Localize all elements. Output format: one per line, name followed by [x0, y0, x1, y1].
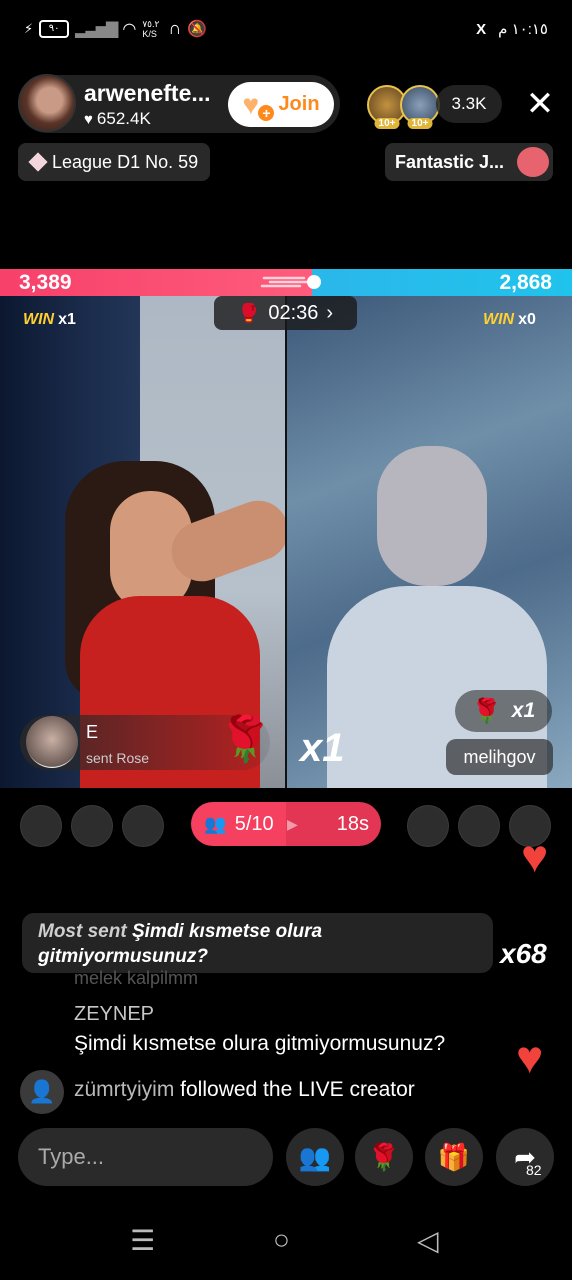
- gift-combo: x1: [300, 726, 345, 770]
- win-label: WIN: [483, 311, 515, 328]
- status-left: ⚡ ٩٠ ▂▃▅▇ ◠ ٧٥.٢ K/S ∩ 🔕: [24, 18, 207, 39]
- status-bar: ⚡ ٩٠ ▂▃▅▇ ◠ ٧٥.٢ K/S ∩ 🔕 X ١٠:١٥ م: [0, 0, 572, 62]
- chat-message: Şimdi kısmetse olura gitmiyormusunuz?: [74, 1032, 446, 1055]
- home-nav-icon[interactable]: ○: [273, 1224, 290, 1256]
- team-countdown: ▶ 18s: [287, 813, 381, 836]
- gloves-icon: 🥊: [237, 302, 261, 323]
- viewer-badge: 10+: [407, 118, 433, 129]
- follow-icon: 👤: [20, 1070, 64, 1114]
- battle-timer[interactable]: 🥊 02:36 ›: [214, 296, 357, 330]
- supporter-avatar[interactable]: [122, 805, 164, 847]
- viewer-badge: 10+: [374, 118, 400, 129]
- share-icon[interactable]: ➦: [496, 1128, 554, 1186]
- supporter-avatar[interactable]: [71, 805, 113, 847]
- supporter-avatar[interactable]: [20, 805, 62, 847]
- rank-tag-label: Fantastic J...: [395, 151, 505, 172]
- win-count: x0: [518, 311, 536, 328]
- floating-heart-icon: ♥: [516, 1031, 544, 1083]
- opponent-rose-count: 🌹 x1: [455, 690, 552, 732]
- team-members: 👥 5/10: [191, 813, 287, 836]
- headphones-icon: ∩: [168, 18, 182, 38]
- diamond-icon: [28, 152, 48, 172]
- team-icon[interactable]: 👥: [286, 1128, 344, 1186]
- pig-icon: [517, 147, 549, 177]
- menu-nav-icon[interactable]: ☰: [130, 1224, 155, 1257]
- status-right: X ١٠:١٥ م: [476, 20, 548, 39]
- x-app-icon: X: [476, 20, 487, 38]
- win-count: x1: [58, 311, 76, 328]
- host-likes-count: 652.4K: [96, 109, 151, 128]
- timer-value: 02:36: [268, 301, 319, 324]
- follow-notice: zümrtyiyim followed the LIVE creator: [74, 1078, 415, 1102]
- rank-tag[interactable]: Fantastic J...: [385, 143, 553, 181]
- mute-icon: 🔕: [187, 20, 208, 38]
- league-label: League D1 No. 59: [52, 151, 199, 172]
- battery-icon: ٩٠: [39, 19, 70, 38]
- gift-icon[interactable]: 🎁: [425, 1128, 483, 1186]
- league-badge[interactable]: League D1 No. 59: [18, 143, 211, 181]
- score-left: 3,389: [19, 271, 72, 294]
- wifi-icon: ◠: [122, 20, 137, 38]
- most-sent-label: Most sent: [38, 921, 127, 942]
- team-button[interactable]: 👥 5/10 ▶ 18s: [191, 802, 381, 846]
- right-win-count: WIN x0: [483, 311, 536, 329]
- opponent-name[interactable]: melihgov: [446, 739, 553, 775]
- join-button[interactable]: ♥ + Join: [228, 82, 334, 127]
- score-spark-icon: [260, 275, 321, 289]
- host-likes: ♥ 652.4K: [84, 109, 151, 129]
- team-members-count: 5/10: [234, 812, 274, 835]
- join-fan-club-icon: ♥ +: [242, 90, 275, 121]
- rose-icon: 🌹: [218, 715, 273, 764]
- viewer-count[interactable]: 3.3K: [436, 85, 502, 123]
- heart-icon: ♥: [84, 110, 93, 128]
- score-right: 2,868: [499, 271, 552, 294]
- lightning-icon: ⚡: [24, 20, 34, 36]
- top-viewer-avatar[interactable]: 10+: [400, 85, 440, 129]
- play-icon: ▶: [287, 815, 298, 832]
- opponent-figure: [377, 446, 487, 586]
- speed-indicator: ٧٥.٢ K/S: [142, 18, 160, 39]
- gift-sender-name: E: [86, 722, 99, 742]
- rose-gift-button[interactable]: 🌹: [355, 1128, 413, 1186]
- team-countdown-value: 18s: [336, 812, 369, 835]
- rose-count-value: x1: [511, 699, 536, 722]
- join-label: Join: [278, 93, 320, 115]
- most-sent-count: x68: [500, 938, 547, 969]
- follow-text: followed the LIVE creator: [180, 1078, 415, 1101]
- follow-username[interactable]: zümrtyiyim: [74, 1078, 174, 1101]
- win-label: WIN: [23, 311, 55, 328]
- comment-input[interactable]: [18, 1128, 273, 1186]
- close-icon[interactable]: ✕: [522, 84, 558, 124]
- gift-sender-avatar[interactable]: [26, 716, 78, 768]
- most-sent-banner: Most sent Şimdi kısmetse olura gitmiyorm…: [22, 913, 493, 973]
- chat-faded-line: melek kalpilmm: [74, 968, 199, 988]
- clock: ١٠:١٥ م: [498, 21, 548, 38]
- people-icon: 👥: [204, 813, 227, 834]
- floating-heart-icon: ♥: [521, 830, 549, 882]
- supporter-avatar[interactable]: [458, 805, 500, 847]
- rose-icon: 🌹: [471, 697, 502, 725]
- gift-action: sent Rose: [86, 750, 150, 766]
- share-count: 82: [526, 1162, 542, 1178]
- supporter-avatar[interactable]: [407, 805, 449, 847]
- host-avatar[interactable]: [18, 74, 76, 132]
- host-name[interactable]: arwenefte...: [84, 80, 211, 107]
- back-nav-icon[interactable]: ◁: [417, 1224, 439, 1257]
- left-win-count: WIN x1: [23, 311, 76, 329]
- signal-icon: ▂▃▅▇: [75, 20, 118, 38]
- chat-username[interactable]: ZEYNEP: [74, 1003, 154, 1026]
- chevron-right-icon: ›: [326, 301, 334, 324]
- video-divider: [285, 296, 287, 788]
